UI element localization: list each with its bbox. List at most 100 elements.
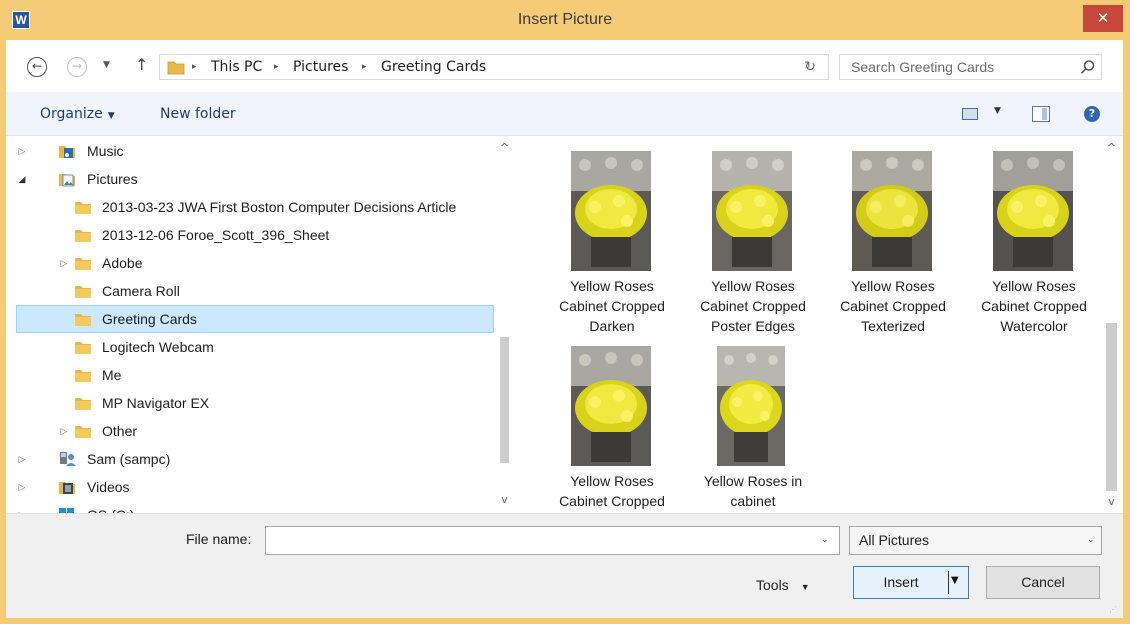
file-tile[interactable]: Yellow Roses Cabinet Cropped Texterized xyxy=(826,147,960,337)
tree-item-music[interactable]: ▷ Music xyxy=(16,137,494,165)
cancel-button[interactable]: Cancel xyxy=(986,566,1100,599)
tree-item-network-user[interactable]: ▷ Sam (sampc) xyxy=(16,445,494,473)
tree-item-mp-navigator[interactable]: MP Navigator EX xyxy=(16,389,494,417)
tree-item-label: Camera Roll xyxy=(102,283,180,299)
tree-item-logitech-webcam[interactable]: Logitech Webcam xyxy=(16,333,494,361)
change-view-icon[interactable] xyxy=(962,108,978,120)
search-input[interactable] xyxy=(840,55,1070,79)
expand-arrow-icon[interactable]: ▷ xyxy=(16,501,28,513)
breadcrumb-this-pc[interactable]: This PC xyxy=(211,57,262,77)
search-icon[interactable] xyxy=(1080,59,1096,75)
folder-icon xyxy=(75,370,91,382)
navigation-tree[interactable]: ▷ Music ◢ Pictures 2013-03-23 JWA First … xyxy=(6,137,514,513)
tree-item-label: Music xyxy=(87,143,124,159)
breadcrumb-greeting-cards[interactable]: Greeting Cards xyxy=(381,57,486,77)
tree-item-label: Adobe xyxy=(102,255,143,271)
search-box[interactable] xyxy=(839,54,1102,80)
breadcrumb-pictures[interactable]: Pictures xyxy=(293,57,348,77)
folder-icon xyxy=(75,342,91,354)
new-folder-button[interactable]: New folder xyxy=(160,92,236,136)
user-icon xyxy=(60,452,76,466)
preview-pane-icon[interactable] xyxy=(1032,106,1050,122)
help-icon[interactable]: ? xyxy=(1084,106,1100,122)
tree-item-folder[interactable]: 2013-03-23 JWA First Boston Computer Dec… xyxy=(16,193,494,221)
tree-item-me[interactable]: Me xyxy=(16,361,494,389)
tree-item-videos[interactable]: ▷ Videos xyxy=(16,473,494,501)
tree-item-pictures[interactable]: ◢ Pictures xyxy=(16,165,494,193)
file-name-label: Yellow Roses Cabinet Cropped Texterized xyxy=(840,278,946,334)
tree-item-label: 2013-12-06 Foroe_Scott_396_Sheet xyxy=(102,227,330,243)
rose-photo-thumbnail xyxy=(717,346,785,466)
chevron-down-icon: ▼ xyxy=(800,582,810,592)
organize-menu[interactable]: Organize ▼ xyxy=(40,92,115,136)
file-name-label: Yellow Roses in cabinet xyxy=(703,473,803,509)
chevron-down-icon: ▼ xyxy=(107,111,115,121)
breadcrumb-separator[interactable]: ▸ xyxy=(274,59,279,75)
view-options-dropdown[interactable]: ▼ xyxy=(994,106,1001,116)
file-type-value: All Pictures xyxy=(859,532,930,548)
videos-folder-icon xyxy=(59,482,75,494)
file-tile[interactable]: Yellow Roses Cabinet Cropped Poster Edges xyxy=(686,147,820,337)
scroll-up-button[interactable]: ^ xyxy=(1102,139,1121,157)
file-tile[interactable]: Yellow Roses Cabinet Cropped xyxy=(545,342,679,513)
expand-arrow-icon[interactable]: ▷ xyxy=(16,137,28,165)
tree-item-os-drive[interactable]: ▷ OS (C:) xyxy=(16,501,494,513)
file-list-scrollbar[interactable]: ^ v xyxy=(1100,137,1123,513)
folder-icon xyxy=(75,314,91,326)
insert-options-dropdown[interactable]: ▼ xyxy=(951,575,959,586)
title-bar[interactable]: W Insert Picture ✕ xyxy=(0,0,1130,40)
file-list[interactable]: Yellow Roses Cabinet Cropped Darken Yellow… xyxy=(514,137,1100,513)
expand-arrow-icon[interactable]: ▷ xyxy=(58,417,70,445)
file-tile[interactable]: Yellow Roses in cabinet xyxy=(686,342,820,513)
folder-icon xyxy=(75,286,91,298)
tree-item-adobe[interactable]: ▷ Adobe xyxy=(16,249,494,277)
chevron-down-icon[interactable]: ⌄ xyxy=(821,535,829,545)
scroll-down-button[interactable]: v xyxy=(495,491,514,509)
tree-item-greeting-cards[interactable]: Greeting Cards xyxy=(16,305,494,333)
address-bar[interactable]: ▸ This PC ▸ Pictures ▸ Greeting Cards ⌄ xyxy=(159,54,829,80)
tree-scrollbar[interactable]: ^ v xyxy=(495,137,514,513)
expand-arrow-icon[interactable]: ▷ xyxy=(58,249,70,277)
recent-locations-button[interactable]: ▼ xyxy=(103,60,110,70)
resize-grip-icon[interactable]: ⋰ xyxy=(1109,605,1121,617)
expand-arrow-icon[interactable]: ▷ xyxy=(16,445,28,473)
folder-icon xyxy=(75,258,91,270)
back-button[interactable]: ← xyxy=(27,57,47,77)
tree-item-camera-roll[interactable]: Camera Roll xyxy=(16,277,494,305)
file-name-label: Yellow Roses Cabinet Cropped Watercolor xyxy=(981,278,1087,334)
folder-icon xyxy=(75,398,91,410)
scrollbar-thumb[interactable] xyxy=(500,337,509,463)
file-name-field[interactable] xyxy=(266,527,806,554)
file-tile[interactable]: Yellow Roses Cabinet Cropped Watercolor xyxy=(967,147,1100,337)
insert-split-button[interactable]: Insert ▼ xyxy=(853,566,969,599)
navigation-row: ← → ▼ ↑ ▸ This PC ▸ Pictures ▸ Greeting … xyxy=(6,40,1123,92)
tree-item-label: Videos xyxy=(87,479,130,495)
insert-button[interactable]: Insert xyxy=(854,567,948,598)
scrollbar-thumb[interactable] xyxy=(1106,323,1117,491)
up-button[interactable]: ↑ xyxy=(135,55,148,74)
folder-icon xyxy=(75,230,91,242)
file-name-label: Yellow Roses Cabinet Cropped Darken xyxy=(559,278,665,334)
file-type-filter[interactable]: All Pictures ⌄ xyxy=(849,526,1102,555)
file-name-combobox[interactable]: ⌄ xyxy=(265,526,840,555)
music-folder-icon xyxy=(59,146,75,158)
collapse-arrow-icon[interactable]: ◢ xyxy=(16,165,28,193)
refresh-button[interactable]: ↻ xyxy=(798,55,822,79)
scroll-up-button[interactable]: ^ xyxy=(495,139,514,157)
rose-photo-thumbnail xyxy=(571,346,651,466)
expand-arrow-icon[interactable]: ▷ xyxy=(16,473,28,501)
breadcrumb-separator[interactable]: ▸ xyxy=(362,59,367,75)
close-button[interactable]: ✕ xyxy=(1083,5,1123,32)
tree-item-folder[interactable]: 2013-12-06 Foroe_Scott_396_Sheet xyxy=(16,221,494,249)
rose-photo-thumbnail xyxy=(852,151,932,271)
scroll-down-button[interactable]: v xyxy=(1102,493,1121,511)
file-tile[interactable]: Yellow Roses Cabinet Cropped Darken xyxy=(545,147,679,337)
tree-item-label: 2013-03-23 JWA First Boston Computer Dec… xyxy=(102,199,457,215)
breadcrumb-separator[interactable]: ▸ xyxy=(192,59,197,75)
tree-item-other[interactable]: ▷ Other xyxy=(16,417,494,445)
rose-photo-thumbnail xyxy=(571,151,651,271)
tools-menu-button[interactable]: Tools ▼ xyxy=(756,571,836,600)
folder-icon xyxy=(75,426,91,438)
forward-button[interactable]: → xyxy=(67,57,87,77)
folder-icon xyxy=(75,202,91,214)
